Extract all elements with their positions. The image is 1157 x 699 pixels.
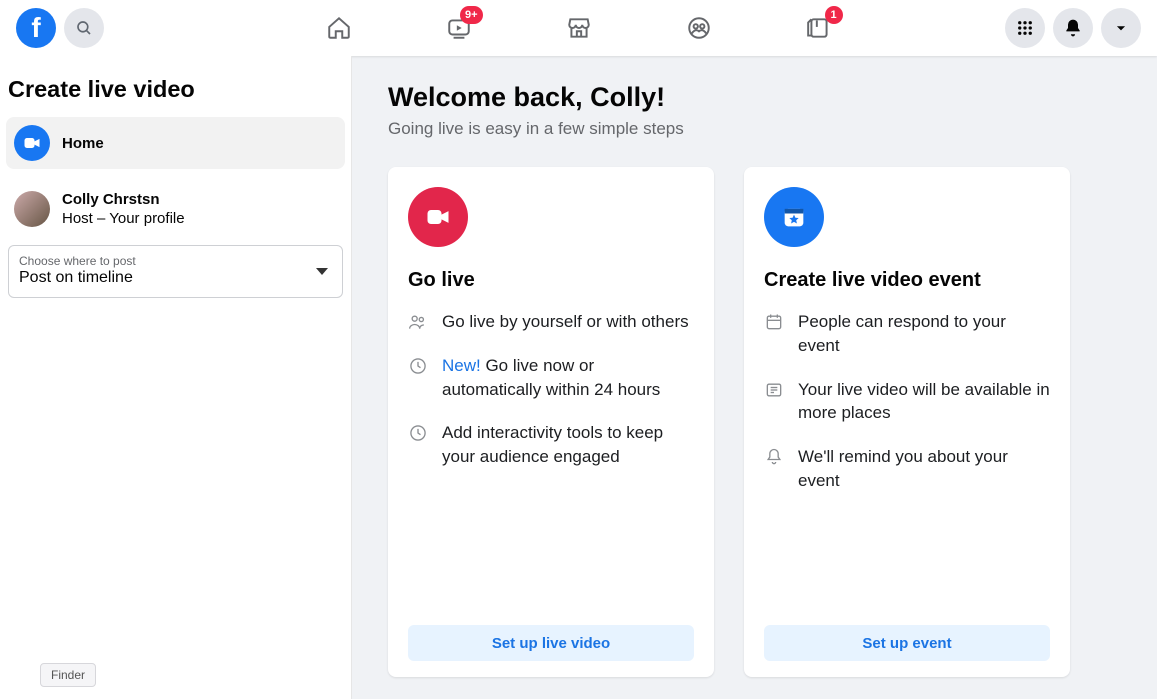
hero-title: Welcome back, Colly! [388,82,1121,113]
calendar-icon [764,310,784,358]
setup-event-button[interactable]: Set up event [764,625,1050,661]
nav-groups[interactable] [669,0,729,56]
notifications-button[interactable] [1053,8,1093,48]
picker-label: Choose where to post [19,254,136,268]
feature-text: We'll remind you about your event [798,445,1050,493]
sidebar-item-label: Home [62,135,104,152]
clock-icon [408,354,428,402]
page-title: Create live video [8,76,343,103]
event-icon [764,187,824,247]
feature-row: We'll remind you about your event [764,445,1050,493]
sidebar-item-home[interactable]: Home [6,117,345,169]
pages-badge: 1 [825,6,843,24]
card-row: Go live Go live by yourself or with othe… [388,167,1121,677]
menu-grid-icon [1016,19,1034,37]
feature-text: Go live by yourself or with others [442,310,689,334]
go-live-icon [408,187,468,247]
chevron-down-icon [316,268,328,275]
host-subtitle: Host – Your profile [62,210,185,227]
nav-home[interactable] [309,0,369,56]
picker-value: Post on timeline [19,268,136,289]
watch-badge: 9+ [460,6,483,24]
sidebar: Create live video Home Colly Chrstsn Hos… [0,56,352,699]
right-nav [1005,8,1141,48]
go-live-card: Go live Go live by yourself or with othe… [388,167,714,677]
new-badge: New! [442,356,481,375]
host-row[interactable]: Colly Chrstsn Host – Your profile [6,183,345,235]
feature-text: New! Go live now or automatically within… [442,354,694,402]
facebook-logo[interactable]: f [16,8,56,48]
bell-icon [1063,18,1083,38]
hero-subtitle: Going live is easy in a few simple steps [388,119,1121,139]
event-card: Create live video event People can respo… [744,167,1070,677]
center-nav: 9+ 1 [0,0,1157,56]
nav-pages[interactable]: 1 [789,0,849,56]
card-title: Go live [408,269,694,292]
main-content: Welcome back, Colly! Going live is easy … [352,56,1157,699]
feature-row: Go live by yourself or with others [408,310,694,334]
people-icon [408,310,428,334]
feature-row: New! Go live now or automatically within… [408,354,694,402]
nav-watch[interactable]: 9+ [429,0,489,56]
menu-button[interactable] [1005,8,1045,48]
post-destination-picker[interactable]: Choose where to post Post on timeline [8,245,343,298]
nav-marketplace[interactable] [549,0,609,56]
feature-row: People can respond to your event [764,310,1050,358]
feature-row: Add interactivity tools to keep your aud… [408,421,694,469]
card-title: Create live video event [764,269,1050,292]
setup-live-video-button[interactable]: Set up live video [408,625,694,661]
bell-outline-icon [764,445,784,493]
feature-row: Your live video will be available in mor… [764,378,1050,426]
search-icon [75,19,93,37]
feature-text: Your live video will be available in mor… [798,378,1050,426]
feature-text: Add interactivity tools to keep your aud… [442,421,694,469]
top-bar: f 9+ 1 [0,0,1157,56]
clock-icon [408,421,428,469]
finder-tooltip: Finder [40,663,96,687]
account-button[interactable] [1101,8,1141,48]
marketplace-icon [566,15,592,41]
groups-icon [686,15,712,41]
camera-icon [14,125,50,161]
avatar [14,191,50,227]
home-icon [326,15,352,41]
feature-text: People can respond to your event [798,310,1050,358]
newspaper-icon [764,378,784,426]
chevron-down-icon [1114,21,1128,35]
host-name: Colly Chrstsn [62,191,185,210]
search-button[interactable] [64,8,104,48]
